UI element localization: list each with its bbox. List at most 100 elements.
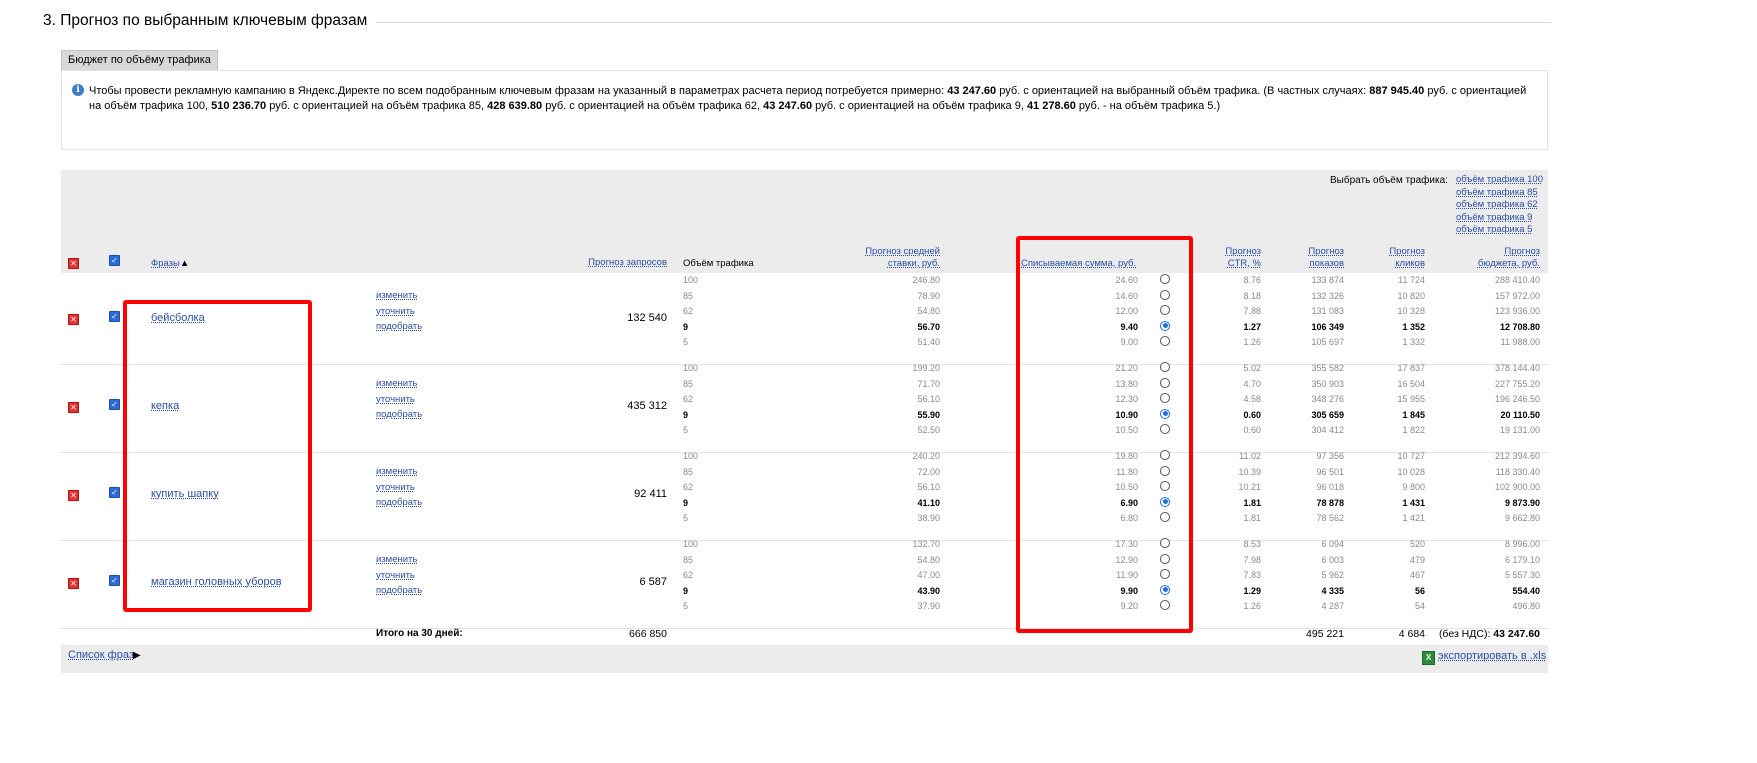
traffic-link-9[interactable]: объём трафика 9 — [1456, 212, 1543, 225]
table-footer — [61, 645, 1548, 673]
action-pick-link[interactable]: подобрать — [376, 319, 422, 335]
traffic-value: 5 — [683, 425, 689, 435]
action-edit-link[interactable]: изменить — [376, 464, 422, 480]
clicks-value: 11 724 — [1398, 275, 1425, 285]
action-refine-link[interactable]: уточнить — [376, 480, 422, 496]
shows-value: 105 697 — [1311, 337, 1344, 347]
budget-value: 157 972.00 — [1494, 290, 1540, 301]
phrase-checkbox[interactable]: ✓ — [109, 399, 120, 410]
phrase-checkbox[interactable]: ✓ — [109, 311, 120, 322]
ctr-value: 0.60 — [1243, 425, 1261, 435]
highlight-phrases-box — [123, 300, 312, 612]
ctr-col: 5.02 4.70 4.58 0.60 0.60 — [1201, 361, 1261, 439]
select-all-checkbox[interactable]: ✓ — [109, 255, 120, 266]
header-ctr[interactable]: Прогноз CTR, % — [1201, 246, 1261, 270]
bid-col: 246.80 78.90 54.80 56.70 51.40 — [831, 273, 940, 351]
traffic-link-100[interactable]: объём трафика 100 — [1456, 174, 1543, 187]
action-edit-link[interactable]: изменить — [376, 288, 422, 304]
header-requests[interactable]: Прогноз запросов — [561, 257, 667, 269]
info-text: Чтобы провести рекламную кампанию в Янде… — [89, 85, 1527, 112]
traffic-value: 85 — [683, 466, 694, 477]
phrase-list-arrow-icon[interactable]: ▶ — [133, 650, 141, 661]
traffic-value: 9 — [683, 497, 689, 508]
phrase-list-link[interactable]: Список фраз — [68, 649, 134, 661]
action-refine-link[interactable]: уточнить — [376, 568, 422, 584]
requests-value: 6 587 — [639, 576, 667, 588]
traffic-link-62[interactable]: объём трафика 62 — [1456, 199, 1543, 212]
ctr-value: 11.02 — [1239, 451, 1261, 461]
action-refine-link[interactable]: уточнить — [376, 392, 422, 408]
traffic-value: 9 — [683, 585, 689, 596]
traffic-link-85[interactable]: объём трафика 85 — [1456, 187, 1543, 200]
traffic-value: 62 — [683, 570, 694, 580]
traffic-value: 85 — [683, 554, 694, 565]
shows-col: 6 094 6 003 5 962 4 335 4 287 — [1283, 537, 1344, 615]
export-xls-link[interactable]: экспортировать в .xls — [1438, 650, 1546, 662]
header-budget[interactable]: Прогноз бюджета, руб. — [1451, 246, 1540, 270]
traffic-select-label: Выбрать объём трафика: — [1330, 175, 1448, 186]
delete-phrase-icon[interactable]: ✕ — [68, 402, 79, 413]
phrase-checkbox[interactable]: ✓ — [109, 487, 120, 498]
clicks-col: 17 837 16 504 15 955 1 845 1 822 — [1365, 361, 1425, 439]
bid-value: 47.00 — [917, 570, 940, 580]
budget-value: 227 755.20 — [1494, 378, 1540, 389]
budget-value: 118 330.40 — [1495, 466, 1540, 477]
action-edit-link[interactable]: изменить — [376, 552, 422, 568]
shows-value: 4 335 — [1321, 585, 1344, 596]
shows-value: 96 501 — [1316, 466, 1344, 477]
budget-value: 123 936.00 — [1494, 306, 1540, 316]
xls-icon[interactable]: X — [1422, 651, 1435, 665]
shows-value: 132 326 — [1311, 290, 1344, 301]
header-clicks[interactable]: Прогноз кликов — [1365, 246, 1425, 270]
info-icon: i — [72, 84, 84, 96]
phrase-checkbox[interactable]: ✓ — [109, 575, 120, 586]
clicks-value: 10 328 — [1397, 306, 1425, 316]
action-pick-link[interactable]: подобрать — [376, 407, 422, 423]
traffic-link-5[interactable]: объём трафика 5 — [1456, 224, 1543, 237]
header-shows[interactable]: Прогноз показов — [1283, 246, 1344, 270]
delete-phrase-icon[interactable]: ✕ — [68, 490, 79, 501]
budget-col: 378 144.40 227 755.20 196 246.50 20 110.50 1… — [1451, 361, 1540, 439]
action-pick-link[interactable]: подобрать — [376, 583, 422, 599]
ctr-col: 11.02 10.39 10.21 1.81 1.81 — [1201, 449, 1261, 527]
ctr-value: 5.02 — [1243, 363, 1261, 373]
budget-col: 8 996.00 6 179.10 5 557.30 554.40 496.80 — [1451, 537, 1540, 615]
phrase-actions: изменить уточнить подобрать — [376, 464, 422, 511]
requests-value: 435 312 — [627, 400, 667, 412]
budget-tab[interactable]: Бюджет по объёму трафика — [61, 50, 218, 71]
requests-value: 92 411 — [634, 488, 667, 500]
budget-value: 196 246.50 — [1494, 394, 1540, 404]
traffic-select-links: объём трафика 100 объём трафика 85 объём… — [1456, 174, 1543, 237]
delete-phrase-icon[interactable]: ✕ — [68, 578, 79, 589]
action-refine-link[interactable]: уточнить — [376, 304, 422, 320]
ctr-value: 7.83 — [1243, 570, 1261, 580]
clicks-value: 1 431 — [1402, 497, 1425, 508]
header-bid[interactable]: Прогноз средней ставки, руб. — [831, 246, 940, 270]
total-requests: 666 850 — [629, 628, 667, 640]
ctr-value: 1.81 — [1243, 513, 1261, 523]
traffic-value: 100 — [683, 451, 699, 461]
total-label: Итого на 30 дней: — [376, 628, 463, 639]
ctr-value: 1.81 — [1243, 497, 1261, 508]
clicks-value: 10 727 — [1397, 451, 1425, 461]
budget-value: 12 708.80 — [1499, 321, 1540, 332]
traffic-col: 100 85 62 9 5 — [683, 537, 723, 615]
traffic-col: 100 85 62 9 5 — [683, 361, 723, 439]
bid-value: 55.90 — [917, 409, 940, 420]
action-pick-link[interactable]: подобрать — [376, 495, 422, 511]
ctr-value: 8.18 — [1243, 290, 1261, 301]
shows-value: 6 003 — [1321, 554, 1344, 565]
bid-value: 52.50 — [917, 425, 940, 435]
budget-value: 554.40 — [1512, 585, 1540, 596]
shows-value: 133 874 — [1311, 275, 1344, 285]
delete-all-icon[interactable]: ✕ — [68, 258, 79, 269]
bid-col: 240.20 72.00 56.10 41.10 38.90 — [831, 449, 940, 527]
header-traffic: Объём трафика — [683, 258, 754, 269]
header-phrases[interactable]: Фразы▲ — [151, 258, 189, 269]
requests-value: 132 540 — [627, 312, 667, 324]
budget-value: 212 394.60 — [1494, 451, 1540, 461]
budget-value: 9 873.90 — [1504, 497, 1540, 508]
traffic-col: 100 85 62 9 5 — [683, 273, 723, 351]
action-edit-link[interactable]: изменить — [376, 376, 422, 392]
delete-phrase-icon[interactable]: ✕ — [68, 314, 79, 325]
